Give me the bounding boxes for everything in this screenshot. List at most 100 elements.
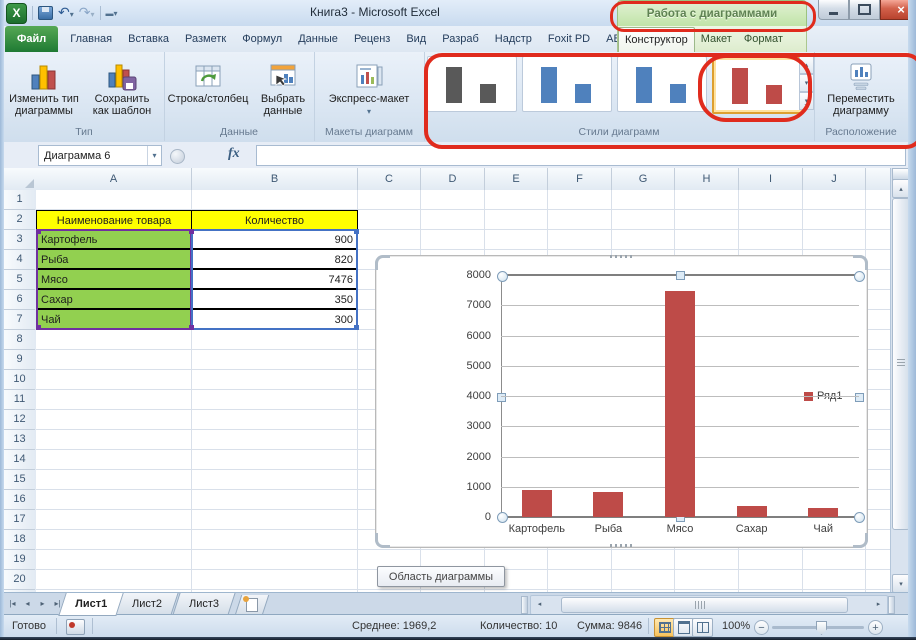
row-header-8[interactable]: 8 bbox=[4, 330, 35, 350]
insert-function-icon[interactable]: fx bbox=[228, 146, 240, 162]
normal-view-button[interactable] bbox=[654, 618, 675, 637]
range-handle[interactable] bbox=[354, 229, 359, 234]
ribbon-tab-данные[interactable]: Данные bbox=[290, 26, 346, 52]
ribbon-tab-формат[interactable]: Формат bbox=[738, 26, 789, 52]
row-header-12[interactable]: 12 bbox=[4, 410, 35, 430]
row-header-16[interactable]: 16 bbox=[4, 490, 35, 510]
column-header-C[interactable]: C bbox=[358, 168, 421, 190]
embedded-chart[interactable]: Ряд1 010002000300040005000600070008000Ка… bbox=[375, 255, 868, 548]
column-header-F[interactable]: F bbox=[548, 168, 612, 190]
chart-bar-Мясо[interactable] bbox=[665, 291, 695, 517]
chart-style-thumb-4[interactable] bbox=[712, 56, 804, 114]
selection-handle[interactable] bbox=[497, 512, 508, 523]
gallery-scroll-down-icon[interactable]: ▾ bbox=[799, 74, 814, 92]
quick-layout-button[interactable]: Экспресс-макет ▾ bbox=[326, 56, 412, 116]
column-header-D[interactable]: D bbox=[421, 168, 485, 190]
first-sheet-icon[interactable]: |◂ bbox=[6, 596, 19, 611]
selection-handle[interactable] bbox=[854, 271, 865, 282]
save-icon[interactable] bbox=[38, 6, 53, 20]
row-header-6[interactable]: 6 bbox=[4, 290, 35, 310]
horizontal-scroll-thumb[interactable] bbox=[561, 597, 848, 613]
splitter[interactable] bbox=[888, 596, 895, 614]
column-header-H[interactable]: H bbox=[675, 168, 739, 190]
prev-sheet-icon[interactable]: ◂ bbox=[21, 596, 34, 611]
row-header-2[interactable]: 2 bbox=[4, 210, 35, 230]
row-header-3[interactable]: 3 bbox=[4, 230, 35, 250]
frame-grip[interactable] bbox=[610, 544, 632, 547]
ribbon-tab-конструктор[interactable]: Конструктор bbox=[618, 27, 695, 52]
insert-sheet-button[interactable] bbox=[235, 595, 269, 615]
row-header-17[interactable]: 17 bbox=[4, 510, 35, 530]
page-break-view-button[interactable] bbox=[692, 618, 713, 637]
column-header-G[interactable]: G bbox=[612, 168, 675, 190]
name-box-dropdown-icon[interactable]: ▾ bbox=[147, 146, 161, 165]
row-header-11[interactable]: 11 bbox=[4, 390, 35, 410]
frame-corner[interactable] bbox=[853, 255, 868, 270]
ribbon-tab-макет[interactable]: Макет bbox=[695, 26, 738, 52]
row-header-5[interactable]: 5 bbox=[4, 270, 35, 290]
range-handle[interactable] bbox=[354, 325, 359, 330]
move-chart-button[interactable]: Переместитьдиаграмму bbox=[821, 56, 901, 117]
row-header-15[interactable]: 15 bbox=[4, 470, 35, 490]
ribbon-tab-формул[interactable]: Формул bbox=[234, 26, 290, 52]
change-chart-type-button[interactable]: Изменить типдиаграммы bbox=[6, 56, 82, 117]
row-header-7[interactable]: 7 bbox=[4, 310, 35, 330]
page-layout-view-button[interactable] bbox=[673, 618, 694, 637]
range-handle[interactable] bbox=[36, 325, 41, 330]
ribbon-tab-файл[interactable]: Файл bbox=[5, 26, 58, 52]
table-header-name[interactable]: Наименование товара bbox=[36, 210, 192, 230]
redo-icon[interactable]: ↷▾ bbox=[79, 4, 95, 23]
column-header-E[interactable]: E bbox=[485, 168, 548, 190]
next-sheet-icon[interactable]: ▸ bbox=[36, 596, 49, 611]
chart-bar-Сахар[interactable] bbox=[737, 506, 767, 517]
customize-qat-icon[interactable]: ▬▾ bbox=[106, 9, 118, 18]
chart-bar-Чай[interactable] bbox=[808, 508, 838, 517]
chart-style-thumb-1[interactable] bbox=[427, 56, 517, 112]
selection-handle[interactable] bbox=[497, 271, 508, 282]
excel-logo-icon[interactable]: X bbox=[6, 3, 27, 24]
ribbon-tab-вставка[interactable]: Вставка bbox=[120, 26, 177, 52]
selection-handle[interactable] bbox=[497, 393, 506, 402]
row-header-13[interactable]: 13 bbox=[4, 430, 35, 450]
column-header-J[interactable]: J bbox=[803, 168, 866, 190]
row-header-14[interactable]: 14 bbox=[4, 450, 35, 470]
sheet-tab-лист3[interactable]: Лист3 bbox=[172, 593, 235, 615]
save-as-template-button[interactable]: Сохранитькак шаблон bbox=[84, 56, 160, 117]
macro-record-icon[interactable] bbox=[66, 619, 85, 635]
tab-scroll-splitter[interactable] bbox=[521, 596, 528, 614]
row-header-20[interactable]: 20 bbox=[4, 570, 35, 590]
row-header-19[interactable]: 19 bbox=[4, 550, 35, 570]
column-header-A[interactable]: A bbox=[36, 168, 192, 190]
switch-row-column-button[interactable]: Строка/столбец bbox=[166, 56, 250, 105]
gallery-more-icon[interactable]: ▾̲ bbox=[799, 92, 814, 110]
undo-icon[interactable]: ↶▾ bbox=[58, 4, 74, 23]
formula-bar-button[interactable] bbox=[170, 149, 185, 164]
column-header-B[interactable]: B bbox=[192, 168, 358, 190]
ribbon-tab-главная[interactable]: Главная bbox=[62, 26, 120, 52]
ribbon-tab-надстр[interactable]: Надстр bbox=[487, 26, 540, 52]
range-handle[interactable] bbox=[189, 229, 194, 234]
scroll-right-icon[interactable]: ▸ bbox=[871, 597, 886, 611]
minimize-button[interactable] bbox=[818, 0, 849, 20]
formula-input[interactable] bbox=[256, 145, 906, 166]
ribbon-tab-abbyy-p[interactable]: ABBYY P bbox=[598, 26, 617, 52]
row-header-10[interactable]: 10 bbox=[4, 370, 35, 390]
ribbon-tab-вид[interactable]: Вид bbox=[398, 26, 434, 52]
column-headers[interactable]: ABCDEFGHIJ bbox=[36, 168, 890, 191]
horizontal-scrollbar[interactable]: ◂ ▸ bbox=[530, 595, 888, 615]
maximize-button[interactable] bbox=[849, 0, 880, 20]
frame-grip[interactable] bbox=[610, 255, 632, 258]
ribbon-tab-реценз[interactable]: Реценз bbox=[346, 26, 398, 52]
sheet-tab-лист2[interactable]: Лист2 bbox=[115, 593, 178, 615]
chart-style-thumb-3[interactable] bbox=[617, 56, 707, 112]
selection-handle[interactable] bbox=[855, 393, 864, 402]
column-header-I[interactable]: I bbox=[739, 168, 803, 190]
row-headers[interactable]: 1234567891011121314151617181920 bbox=[4, 190, 37, 592]
table-header-qty[interactable]: Количество bbox=[191, 210, 358, 230]
chart-bar-Рыба[interactable] bbox=[593, 492, 623, 517]
selection-handle[interactable] bbox=[854, 512, 865, 523]
row-header-1[interactable]: 1 bbox=[4, 190, 35, 210]
chart-bar-Картофель[interactable] bbox=[522, 490, 552, 517]
select-data-button[interactable]: Выбратьданные bbox=[254, 56, 312, 117]
range-handle[interactable] bbox=[36, 229, 41, 234]
